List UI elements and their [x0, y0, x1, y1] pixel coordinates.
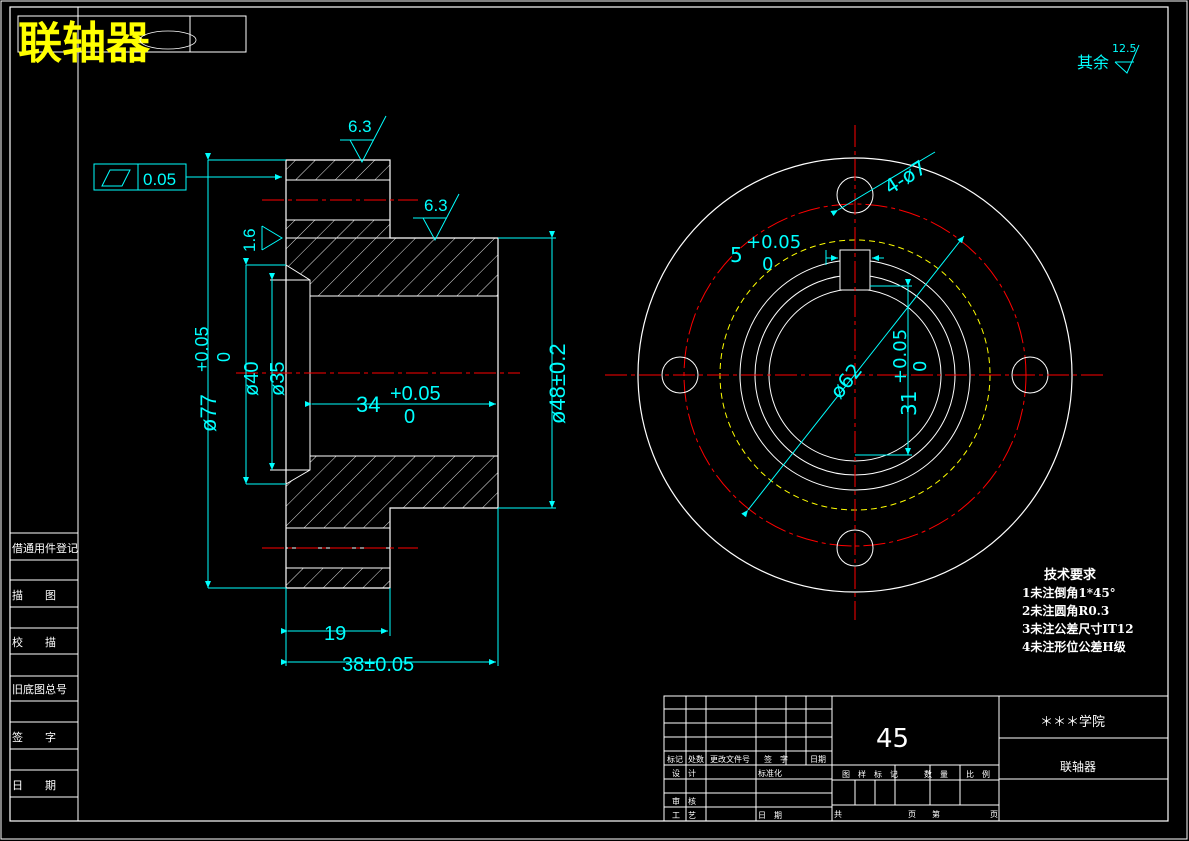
tech-item-3: 3未注公差尺寸IT12: [1022, 621, 1134, 636]
stage-header-0: 图 样 标 记: [842, 769, 898, 779]
dim-hub-diameter: ø48±0.2: [545, 343, 570, 424]
left-label-1: 描 图: [12, 588, 56, 602]
dim-length-34-upper: +0.05: [390, 383, 441, 405]
standard-label: 标准化: [758, 768, 782, 778]
dim-total-length: 38±0.05: [342, 654, 414, 676]
date-label: 日 期: [758, 811, 782, 820]
end-view-dimensions: [741, 151, 965, 518]
left-label-3: 旧底图总号: [12, 682, 67, 696]
part-name: 联轴器: [1060, 759, 1096, 774]
total-label: 共: [834, 810, 842, 819]
row-header-4: 日期: [810, 755, 826, 764]
roughness-shoulder: 6.3: [424, 196, 448, 215]
flatness-value: 0.05: [143, 170, 176, 189]
sheet-label: 页 第: [908, 809, 940, 819]
dim-bolt-circle: ø62: [825, 359, 867, 403]
dim-outer-diameter-lower: 0: [214, 352, 234, 362]
roughness-top: 6.3: [348, 117, 372, 136]
tech-heading: 技术要求: [1044, 567, 1097, 583]
dim-outer-diameter: ø77: [196, 394, 221, 432]
left-label-0: 借通用件登记: [12, 541, 78, 555]
dim-bore-40: ø40: [241, 362, 263, 396]
dim-bore-35: ø35: [267, 362, 289, 396]
sheet-inner-frame: [9, 6, 1169, 822]
row-header-3: 签 字: [764, 754, 788, 764]
default-roughness-label: 其余: [1077, 53, 1109, 72]
dim-holes: 4-ø7: [880, 155, 931, 199]
tech-item-2: 2未注圆角R0.3: [1022, 603, 1109, 618]
dim-keyway-width-upper: +0.05: [746, 232, 801, 253]
tech-item-1: 1未注倒角1*45°: [1022, 585, 1116, 600]
left-label-2: 校 描: [12, 635, 56, 649]
left-label-4: 签 字: [12, 730, 56, 744]
dim-keyway-depth: 31: [897, 391, 921, 416]
section-dimension-texts: 0.05 6.3 6.3 1.6 ø77 +0.05 0 ø40 ø35 34 …: [143, 117, 570, 676]
dim-length-34-lower: 0: [404, 406, 415, 428]
dim-keyway-width-lower: 0: [762, 254, 773, 275]
dim-keyway-width: 5: [730, 243, 743, 267]
left-label-5: 日 期: [12, 779, 56, 792]
sheet-outer-frame: [0, 0, 1188, 840]
dim-flange-thickness: 19: [324, 623, 346, 645]
check-label: 审 核: [672, 796, 696, 806]
material: 45: [876, 724, 909, 754]
tech-requirements: 技术要求 1未注倒角1*45° 2未注圆角R0.3 3未注公差尺寸IT12 4未…: [1022, 567, 1134, 654]
page-label: 页: [990, 810, 998, 819]
stage-header-1: 数 量: [924, 769, 948, 779]
drawing-title: 联轴器: [18, 18, 151, 69]
dim-outer-diameter-upper: +0.05: [192, 326, 212, 372]
design-label: 设 计: [672, 768, 696, 778]
row-header-0: 标记: [667, 754, 683, 764]
school-name: ＊＊＊学院: [1040, 714, 1105, 730]
dim-keyway-depth-lower: 0: [910, 361, 931, 372]
row-header-2: 更改文件号: [710, 754, 750, 764]
row-header-1: 处数: [688, 754, 704, 764]
process-label: 工 艺: [672, 811, 696, 820]
default-roughness: 其余 12.5: [1077, 42, 1140, 74]
title-block-texts: 45 ＊＊＊学院 联轴器 标记 处数 更改文件号 签 字 日期 设 计 标准化 …: [667, 714, 1105, 820]
roughness-bore: 1.6: [240, 228, 259, 252]
left-column-table: 借通用件登记 描 图 校 描 旧底图总号 签 字 日 期: [10, 532, 78, 798]
stage-header-2: 比 例: [966, 769, 990, 779]
drawing-canvas: 联轴器 借通用件登记 描 图 校 描 旧底图总号 签 字 日 期 其余 12.5: [0, 0, 1188, 840]
dim-length-34: 34: [356, 392, 380, 417]
tech-item-4: 4未注形位公差H级: [1022, 639, 1126, 654]
default-roughness-value: 12.5: [1112, 42, 1137, 55]
dim-keyway-depth-upper: +0.05: [890, 329, 911, 384]
